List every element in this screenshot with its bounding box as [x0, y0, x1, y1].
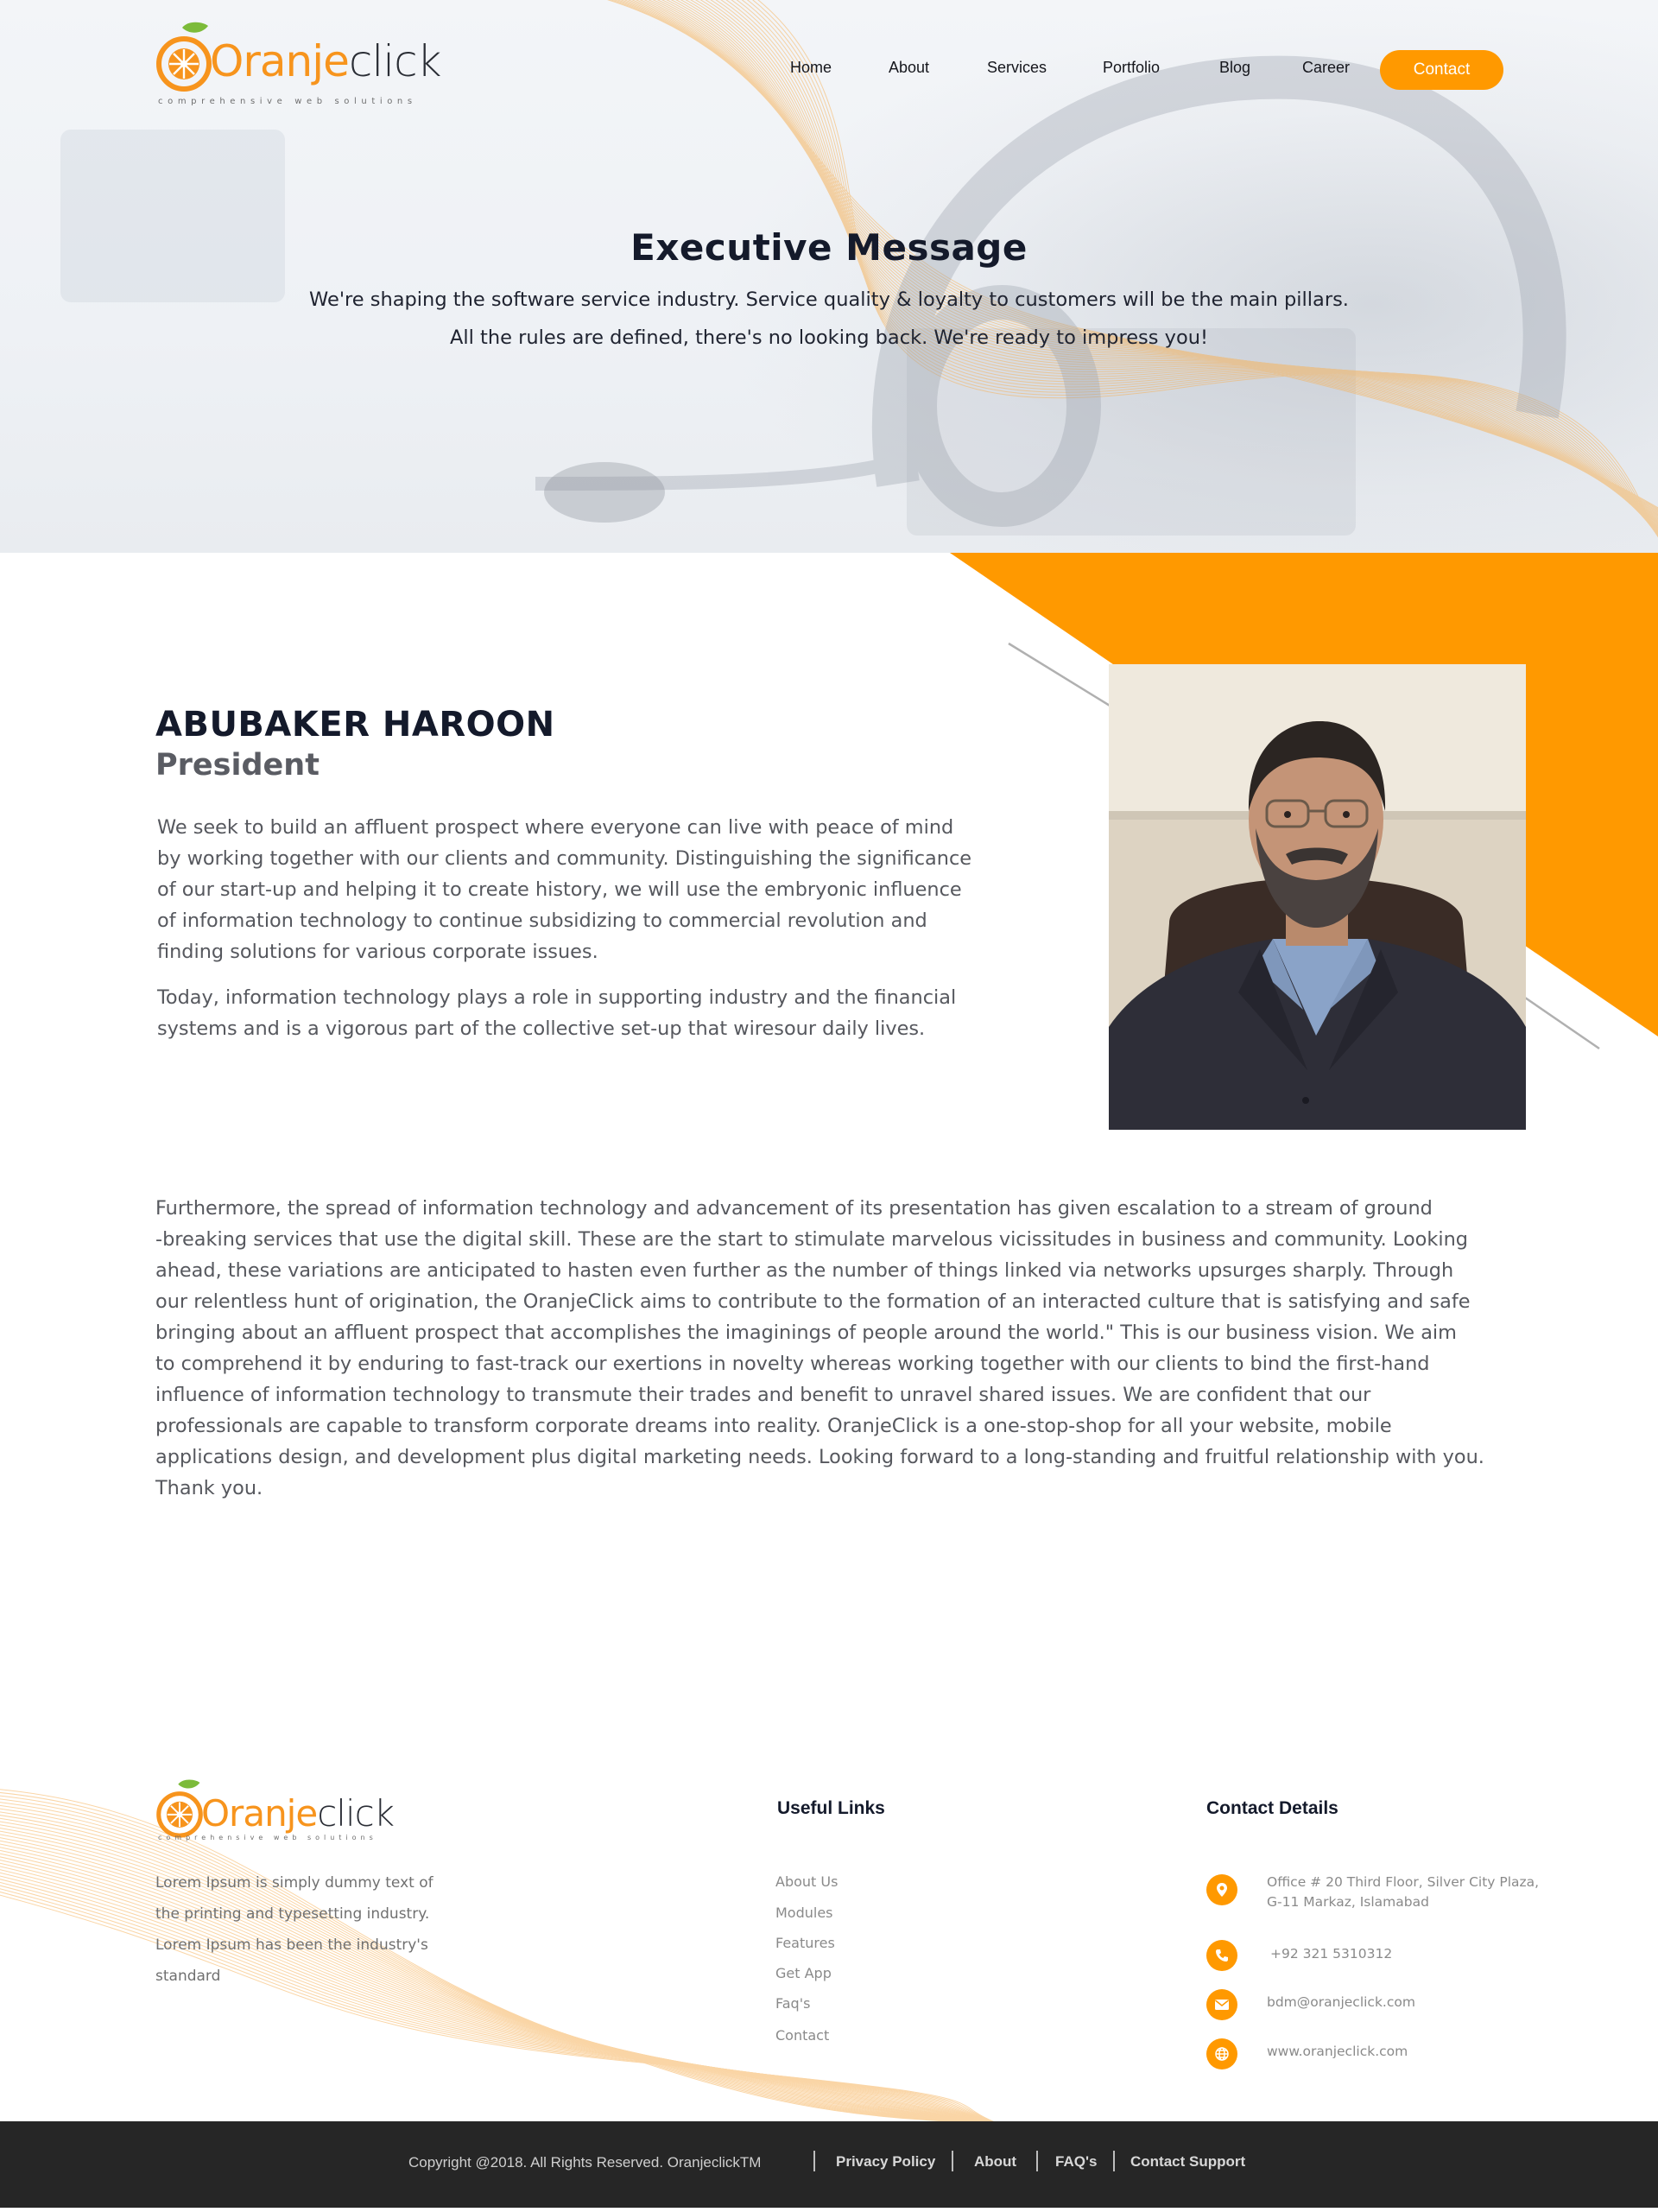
nav-about[interactable]: About: [889, 59, 929, 77]
footer-blurb-line: the printing and typesetting industry.: [155, 1905, 430, 1923]
body-line: bringing about an affluent prospect that…: [155, 1321, 1457, 1344]
brand-name-click: click: [317, 1792, 395, 1835]
footer-blurb: Lorem Ipsum is simply dummy text of the …: [155, 1867, 466, 1992]
contact-email[interactable]: bdm@oranjeclick.com: [1206, 1989, 1415, 2020]
profile-paragraph-2-line: Today, information technology plays a ro…: [157, 986, 957, 1009]
nav-services[interactable]: Services: [987, 59, 1047, 77]
address-line-1: Office # 20 Third Floor, Silver City Pla…: [1267, 1874, 1540, 1890]
bottom-link-about[interactable]: About: [974, 2153, 1016, 2171]
globe-icon: [1206, 2038, 1237, 2069]
contact-website[interactable]: www.oranjeclick.com: [1206, 2038, 1408, 2069]
bottom-link-contact-support[interactable]: Contact Support: [1130, 2153, 1245, 2171]
contact-details-heading: Contact Details: [1206, 1798, 1338, 1818]
divider: [1036, 2151, 1038, 2171]
copyright-text: Copyright @2018. All Rights Reserved. Or…: [408, 2154, 762, 2171]
address-line-2: G-11 Markaz, Islamabad: [1267, 1894, 1429, 1910]
divider: [1113, 2151, 1115, 2171]
nav-home[interactable]: Home: [790, 59, 832, 77]
phone-number[interactable]: +92 321 5310312: [1270, 1944, 1392, 1964]
location-pin-icon: [1206, 1874, 1237, 1905]
footer-blurb-line: Lorem Ipsum is simply dummy text of: [155, 1874, 433, 1892]
brand-tagline: comprehensive web solutions: [158, 1834, 377, 1841]
orange-fruit-icon: [156, 1779, 203, 1838]
body-line: Thank you.: [155, 1477, 263, 1499]
email-address[interactable]: bdm@oranjeclick.com: [1267, 1993, 1415, 2012]
hero-subtitle-line-2: All the rules are defined, there's no lo…: [449, 326, 1209, 349]
nav-blog[interactable]: Blog: [1219, 59, 1250, 77]
divider: [813, 2151, 815, 2171]
footer-link-contact[interactable]: Contact: [775, 2027, 829, 2044]
profile-paragraph-1-line: We seek to build an affluent prospect wh…: [157, 816, 954, 839]
footer-link-features[interactable]: Features: [775, 1935, 835, 1951]
contact-address: Office # 20 Third Floor, Silver City Pla…: [1206, 1874, 1539, 1912]
body-line: our relentless hunt of origination, the …: [155, 1290, 1471, 1313]
bottom-link-privacy-policy[interactable]: Privacy Policy: [836, 2153, 935, 2171]
footer-link-modules[interactable]: Modules: [775, 1905, 833, 1921]
profile-paragraph-1-line: finding solutions for various corporate …: [157, 941, 598, 963]
website-url[interactable]: www.oranjeclick.com: [1267, 2042, 1408, 2062]
footer-link-faqs[interactable]: Faq's: [775, 1995, 810, 2012]
phone-icon: [1206, 1940, 1237, 1971]
footer-logo[interactable]: Oranje click comprehensive web solutions: [156, 1778, 395, 1841]
contact-phone[interactable]: +92 321 5310312: [1206, 1940, 1392, 1971]
brand-tagline: comprehensive web solutions: [158, 97, 417, 106]
body-line: ahead, these variations are anticipated …: [155, 1259, 1454, 1282]
profile-paragraph-1-line: by working together with our clients and…: [157, 847, 972, 870]
president-portrait: [1109, 664, 1526, 1130]
footer-link-get-app[interactable]: Get App: [775, 1965, 832, 1981]
nav-career[interactable]: Career: [1302, 59, 1350, 77]
divider: [952, 2151, 953, 2171]
profile-paragraph-1: We seek to build an affluent prospect wh…: [157, 812, 971, 967]
useful-links-heading: Useful Links: [777, 1798, 885, 1818]
body-line: to comprehend it by enduring to fast-tra…: [155, 1353, 1430, 1375]
body-line: applications design, and development plu…: [155, 1446, 1484, 1468]
profile-paragraph-1-line: of information technology to continue su…: [157, 910, 927, 932]
footer-blurb-line: standard: [155, 1968, 221, 1985]
page-title: Executive Message: [630, 226, 1028, 269]
bottom-bar: Copyright @2018. All Rights Reserved. Or…: [0, 2121, 1658, 2208]
profile-paragraph-2-line: systems and is a vigorous part of the co…: [157, 1017, 926, 1040]
hero-subtitle-line-1: We're shaping the software service indus…: [309, 288, 1349, 311]
body-line: influence of information technology to t…: [155, 1384, 1371, 1406]
nav-portfolio[interactable]: Portfolio: [1103, 59, 1160, 77]
profile-paragraph-2: Today, information technology plays a ro…: [157, 982, 956, 1044]
body-line: -breaking services that use the digital …: [155, 1228, 1468, 1251]
footer-link-about-us[interactable]: About Us: [775, 1873, 838, 1890]
executive-message-body: Furthermore, the spread of information t…: [155, 1193, 1484, 1504]
envelope-icon: [1206, 1989, 1237, 2020]
executive-name: ABUBAKER HAROON: [155, 705, 555, 745]
bottom-link-faqs[interactable]: FAQ's: [1055, 2153, 1097, 2171]
contact-button[interactable]: Contact: [1380, 50, 1503, 90]
executive-role: President: [155, 748, 320, 783]
footer-blurb-line: Lorem Ipsum has been the industry's: [155, 1936, 428, 1954]
brand-name-oranje: Oranje: [201, 1792, 318, 1835]
profile-paragraph-1-line: of our start-up and helping it to create…: [157, 878, 962, 901]
body-line: Furthermore, the spread of information t…: [155, 1197, 1433, 1220]
body-line: professionals are capable to transform c…: [155, 1415, 1392, 1437]
